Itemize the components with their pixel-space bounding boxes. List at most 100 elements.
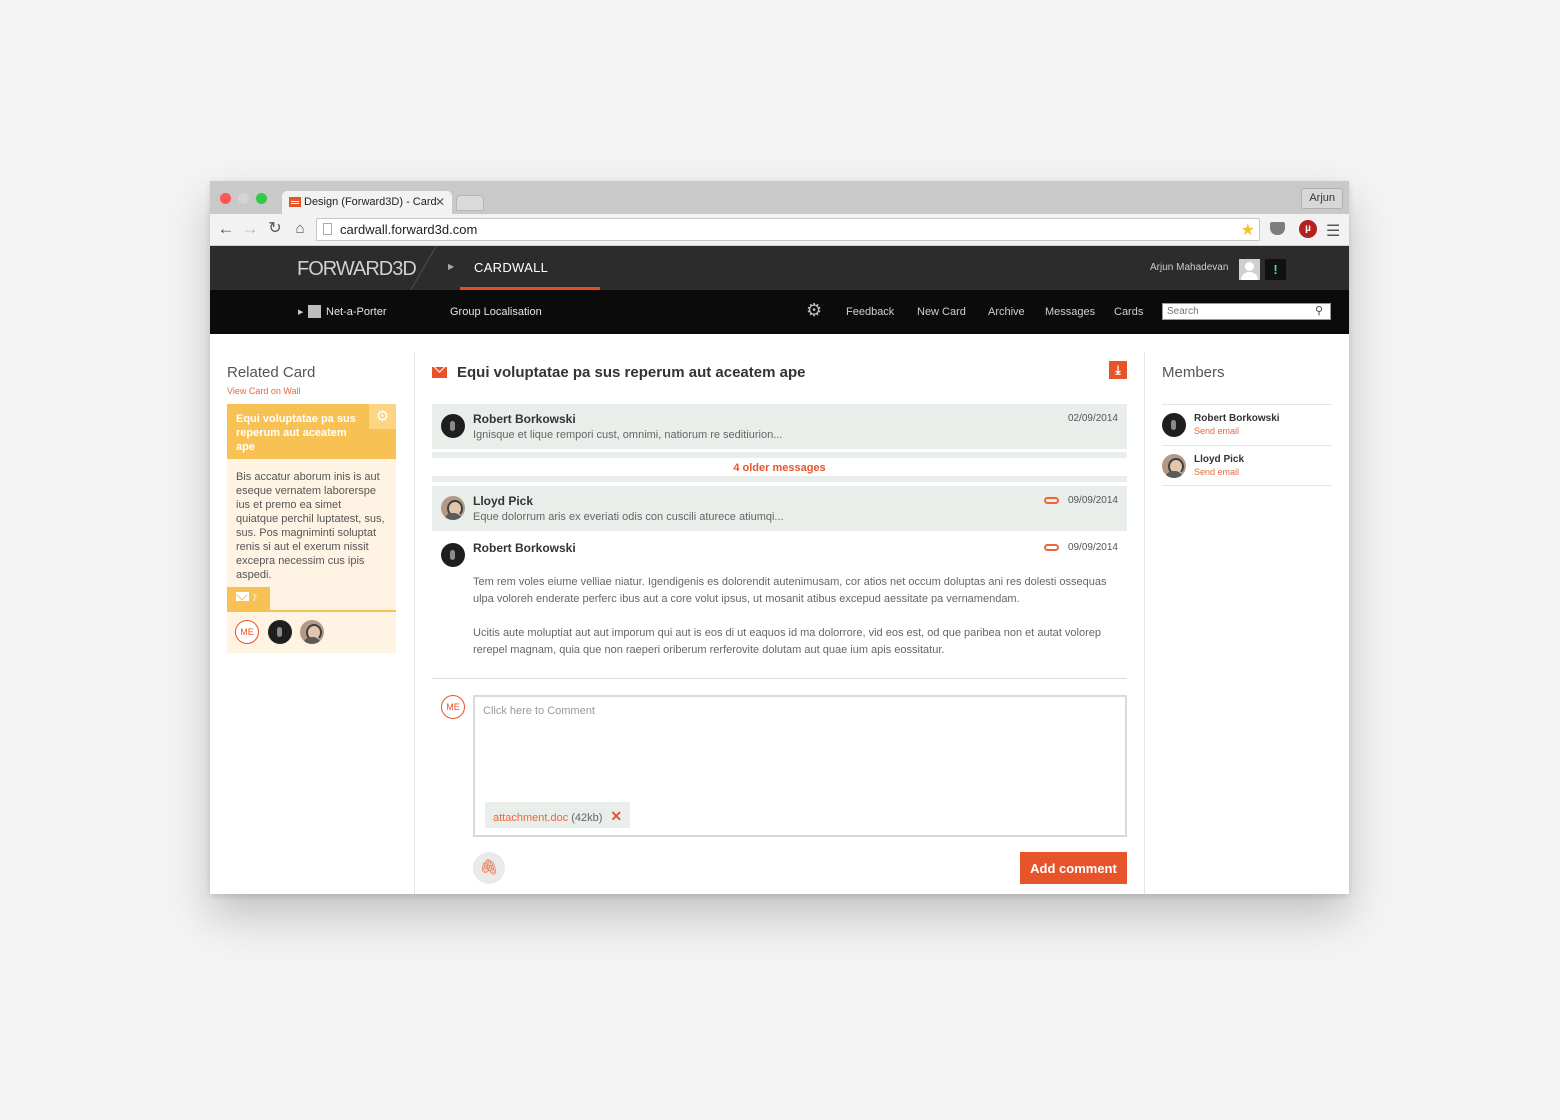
search-icon[interactable]: ⚲ xyxy=(1315,304,1323,317)
card-description: Bis accatur aborum inis is aut eseque ve… xyxy=(236,471,385,581)
card-message-count[interactable]: 7 xyxy=(227,587,270,610)
card-settings-gear-icon[interactable]: ⚙ xyxy=(369,404,396,429)
browser-menu-icon[interactable]: ☰ xyxy=(1326,221,1340,241)
send-email-link[interactable]: Send email xyxy=(1194,426,1239,436)
me-avatar: ME xyxy=(441,695,465,719)
sub-navigation: ▶ Net-a-Porter Group Localisation ⚙ Feed… xyxy=(210,290,1349,334)
older-messages-bar xyxy=(432,452,1127,458)
back-arrow-icon[interactable]: ← xyxy=(216,219,236,239)
message-paragraph: Ucitis aute moluptiat aut aut imporum qu… xyxy=(473,627,1101,656)
send-email-link[interactable]: Send email xyxy=(1194,467,1239,477)
browser-tab[interactable]: Design (Forward3D) - Card ✕ xyxy=(282,191,452,214)
comment-input[interactable]: Click here to Comment attachment.doc (42k… xyxy=(473,695,1127,837)
reload-icon[interactable]: ↻ xyxy=(265,219,285,239)
attachment-name[interactable]: attachment.doc xyxy=(493,812,568,824)
group-selector[interactable]: Group Localisation xyxy=(450,306,542,318)
message-author: Robert Borkowski xyxy=(473,541,576,555)
address-url: cardwall.forward3d.com xyxy=(340,222,478,237)
me-avatar[interactable]: ME xyxy=(235,620,259,644)
thread-divider xyxy=(432,678,1127,679)
maximize-window-button[interactable] xyxy=(256,193,267,204)
older-messages-bar xyxy=(432,476,1127,482)
message-count-value: 7 xyxy=(252,593,258,603)
tab-close-icon[interactable]: ✕ xyxy=(435,195,445,209)
avatar[interactable] xyxy=(268,620,292,644)
message-author: Robert Borkowski xyxy=(473,412,576,426)
user-name[interactable]: Arjun Mahadevan xyxy=(1150,262,1228,273)
older-messages-link[interactable]: 4 older messages xyxy=(432,462,1127,474)
search-input[interactable] xyxy=(1162,303,1331,320)
view-card-on-wall-link[interactable]: View Card on Wall xyxy=(227,386,301,396)
card-header: Equi voluptatae pa sus reperum aut aceat… xyxy=(227,404,396,459)
page-title: Equi voluptatae pa sus reperum aut aceat… xyxy=(457,364,806,381)
attachment-chip: attachment.doc (42kb) ✕ xyxy=(485,802,631,828)
avatar[interactable] xyxy=(300,620,324,644)
card-title: Equi voluptatae pa sus reperum aut aceat… xyxy=(236,413,356,453)
app-name-cardwall[interactable]: CARDWALL xyxy=(474,260,548,275)
message-item-expanded: Robert Borkowski 09/09/2014 Tem rem vole… xyxy=(432,533,1127,663)
client-logo-placeholder xyxy=(308,305,321,318)
pocket-icon[interactable] xyxy=(1270,222,1285,235)
message-item[interactable]: Robert Borkowski 02/09/2014 Ignisque et … xyxy=(432,404,1127,449)
download-icon[interactable]: ⤓ xyxy=(1109,361,1127,379)
mail-icon xyxy=(236,592,249,601)
bookmark-star-icon[interactable]: ★ xyxy=(1241,220,1255,240)
client-selector[interactable]: Net-a-Porter xyxy=(326,306,387,318)
message-date: 09/09/2014 xyxy=(1067,495,1118,506)
forward3d-favicon-icon xyxy=(289,197,301,207)
new-tab-button[interactable] xyxy=(456,195,484,211)
related-card[interactable]: Equi voluptatae pa sus reperum aut aceat… xyxy=(227,404,396,653)
close-window-button[interactable] xyxy=(220,193,231,204)
message-paragraph: Tem rem voles eiume velliae niatur. Igen… xyxy=(473,576,1107,605)
member-name: Lloyd Pick xyxy=(1194,454,1245,465)
member-item: Lloyd Pick Send email xyxy=(1162,445,1332,486)
avatar xyxy=(441,414,465,438)
notification-alert-icon[interactable]: ! xyxy=(1265,259,1286,280)
message-author: Lloyd Pick xyxy=(473,494,534,508)
add-comment-button[interactable]: Add comment xyxy=(1020,852,1127,884)
address-bar[interactable]: cardwall.forward3d.com ★ xyxy=(316,218,1260,241)
card-divider xyxy=(227,610,396,612)
browser-window: Design (Forward3D) - Card ✕ Arjun ← → ↻ … xyxy=(210,181,1349,894)
nav-link-messages[interactable]: Messages xyxy=(1045,306,1095,318)
browser-toolbar: ← → ↻ ⌂ cardwall.forward3d.com ★ µ ☰ xyxy=(210,214,1349,246)
related-card-heading: Related Card xyxy=(227,364,316,381)
avatar xyxy=(1162,413,1186,437)
column-divider xyxy=(1144,352,1145,894)
tab-title: Design (Forward3D) - Card xyxy=(304,196,437,208)
app-header: FORWARD3D ▶ CARDWALL Arjun Mahadevan ! xyxy=(210,246,1349,290)
attach-file-paperclip-icon[interactable]: 🖇 xyxy=(473,852,505,884)
remove-attachment-icon[interactable]: ✕ xyxy=(610,808,622,824)
message-preview: Ignisque et lique rempori cust, omnimi, … xyxy=(473,429,783,441)
nav-link-feedback[interactable]: Feedback xyxy=(846,306,894,318)
caret-right-icon: ▶ xyxy=(298,309,304,316)
attachment-size: (42kb) xyxy=(571,812,603,824)
home-icon[interactable]: ⌂ xyxy=(290,219,310,239)
profile-button[interactable]: Arjun xyxy=(1301,188,1343,209)
attachment-link-icon[interactable] xyxy=(1044,544,1059,551)
forward-arrow-icon[interactable]: → xyxy=(240,219,260,239)
avatar xyxy=(1162,454,1186,478)
member-name: Robert Borkowski xyxy=(1194,413,1280,424)
page-icon xyxy=(323,223,332,235)
mail-icon xyxy=(432,367,447,378)
browser-tab-bar: Design (Forward3D) - Card ✕ Arjun xyxy=(210,181,1349,214)
message-preview: Eque dolorrum aris ex everiati odis con … xyxy=(473,511,784,523)
avatar xyxy=(441,543,465,567)
settings-gear-icon[interactable]: ⚙ xyxy=(806,300,822,321)
member-item: Robert Borkowski Send email xyxy=(1162,404,1332,445)
avatar xyxy=(441,496,465,520)
nav-link-new-card[interactable]: New Card xyxy=(917,306,966,318)
column-divider xyxy=(414,352,415,894)
user-avatar[interactable] xyxy=(1239,259,1260,280)
attachment-link-icon xyxy=(1044,497,1059,504)
ublock-extension-icon[interactable]: µ xyxy=(1299,220,1317,238)
message-date: 09/09/2014 xyxy=(1067,542,1118,553)
members-heading: Members xyxy=(1162,364,1225,381)
message-item[interactable]: Lloyd Pick 09/09/2014 Eque dolorrum aris… xyxy=(432,486,1127,531)
minimize-window-button[interactable] xyxy=(238,193,249,204)
nav-link-archive[interactable]: Archive xyxy=(988,306,1025,318)
caret-right-icon: ▶ xyxy=(448,262,455,271)
nav-link-cards[interactable]: Cards xyxy=(1114,306,1143,318)
message-date: 02/09/2014 xyxy=(1067,413,1118,424)
